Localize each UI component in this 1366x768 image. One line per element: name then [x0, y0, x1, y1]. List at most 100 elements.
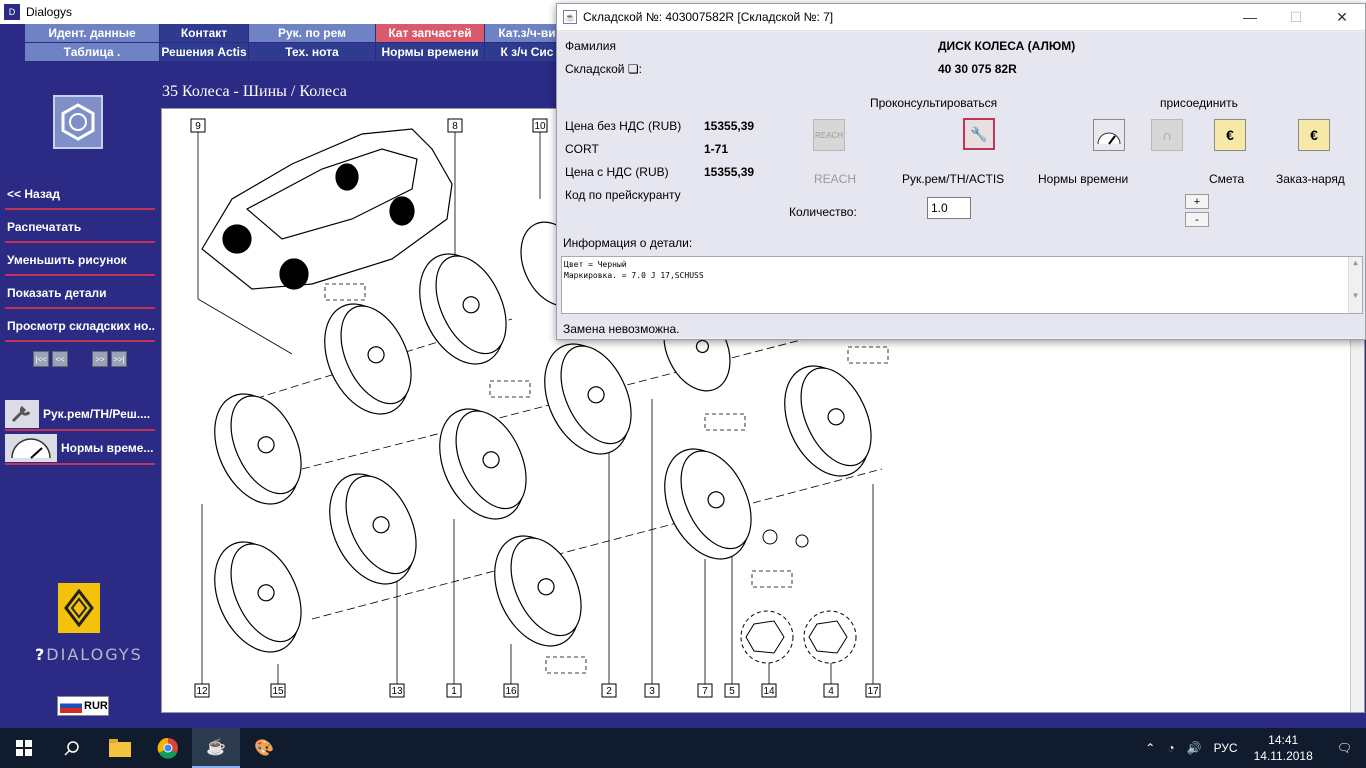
attach-label: присоединить [1160, 96, 1238, 110]
callout-4[interactable]: 4 [823, 683, 839, 698]
menu-tech-note[interactable]: Тех. нота [249, 43, 375, 61]
labour-times-shortcut-label: Нормы време... [61, 441, 154, 455]
part-info-textarea[interactable]: Цвет = Черный Маркировка. = 7.0 J 17,SCH… [561, 256, 1363, 314]
windows-start-icon[interactable] [0, 728, 48, 768]
search-icon[interactable] [48, 728, 96, 768]
chrome-icon[interactable] [144, 728, 192, 768]
callout-17[interactable]: 17 [865, 683, 881, 698]
callout-7[interactable]: 7 [697, 683, 713, 698]
language-indicator[interactable]: РУС [1208, 741, 1244, 755]
currency-selector[interactable]: RUR [57, 696, 109, 716]
show-details-link[interactable]: Показать детали [5, 279, 155, 309]
main-window-title: Dialogys [26, 5, 73, 19]
attach-button: ∩ [1151, 119, 1183, 151]
system-tray: ⌃ ◔ 🔊 РУС 14:41 14.11.2018 🗨 [1139, 728, 1366, 768]
magnet-icon: ∩ [1161, 127, 1173, 143]
quantity-decrement-button[interactable]: - [1185, 212, 1209, 227]
quantity-increment-button[interactable]: + [1185, 194, 1209, 209]
quantity-label: Количество: [789, 205, 857, 219]
maximize-icon: ☐ [1289, 8, 1303, 25]
repair-manual-shortcut-label: Рук.рем/ТН/Реш.... [43, 407, 151, 421]
hex-nut-icon [61, 103, 95, 141]
prev-page-button[interactable]: << [52, 351, 68, 367]
price-gross-value: 15355,39 [704, 165, 755, 179]
minimize-icon[interactable]: — [1227, 4, 1273, 31]
price-gross-label: Цена с НДС (RUB) [565, 165, 669, 179]
callout-13[interactable]: 13 [389, 683, 405, 698]
callout-16[interactable]: 16 [503, 683, 519, 698]
volume-icon[interactable]: 🔊 [1181, 741, 1208, 755]
callout-14[interactable]: 14 [761, 683, 777, 698]
svg-text:2: 2 [606, 686, 612, 697]
part-info-dialog: ☕ Складской №: 403007582R [Складской №: … [556, 3, 1366, 340]
menu-ident-data[interactable]: Идент. данные [25, 24, 159, 42]
menu-parts-catalog[interactable]: Кат запчастей [376, 24, 484, 42]
svg-text:4: 4 [828, 686, 834, 697]
clock[interactable]: 14:41 14.11.2018 [1244, 732, 1323, 764]
quantity-input[interactable] [927, 197, 971, 219]
network-icon[interactable]: ◔ [1161, 741, 1180, 755]
menu-labour-times[interactable]: Нормы времени [376, 43, 484, 61]
callout-15[interactable]: 15 [270, 683, 286, 698]
clock-date: 14.11.2018 [1253, 749, 1313, 763]
surname-label: Фамилия [565, 39, 616, 53]
info-scrollbar[interactable]: ▲ ▼ [1348, 257, 1362, 313]
labour-times-button[interactable] [1093, 119, 1125, 151]
repair-manual-button[interactable]: 🔧 [963, 118, 995, 150]
menu-contact[interactable]: Контакт [160, 24, 248, 42]
top-menu: Идент. данные Контакт Рук. по рем Кат за… [25, 24, 569, 61]
estimate-label: Смета [1209, 172, 1245, 186]
dialog-body: Фамилия ДИСК КОЛЕСА (АЛЮМ) Складской ❏: … [557, 32, 1365, 338]
reach-label: REACH [814, 172, 857, 186]
callout-12[interactable]: 12 [194, 683, 210, 698]
estimate-icon: € [1226, 127, 1234, 143]
labour-times-shortcut[interactable]: Нормы време... [5, 433, 155, 465]
callout-5[interactable]: 5 [724, 683, 740, 698]
back-link[interactable]: << Назад [5, 180, 155, 210]
view-stock-numbers-link[interactable]: Просмотр складских но... [5, 312, 155, 342]
java-app-icon[interactable]: ☕ [192, 728, 240, 768]
russian-flag-icon [60, 699, 82, 713]
callout-8[interactable]: 8 [447, 118, 463, 133]
chevron-up-icon[interactable]: ⌃ [1139, 741, 1161, 755]
callout-1[interactable]: 1 [446, 683, 462, 698]
repair-manual-shortcut[interactable]: Рук.рем/ТН/Реш.... [5, 399, 155, 431]
menu-repair-manual[interactable]: Рук. по рем [249, 24, 375, 42]
gauge-icon [5, 434, 57, 462]
callout-9[interactable]: 9 [190, 118, 206, 133]
clock-time: 14:41 [1268, 733, 1299, 747]
next-page-button[interactable]: >> [92, 351, 108, 367]
gauge-icon [1097, 132, 1121, 145]
info-line-color: Цвет = Черный [564, 260, 627, 269]
svg-text:14: 14 [763, 686, 775, 697]
callout-2[interactable]: 2 [601, 683, 617, 698]
estimate-button[interactable]: € [1214, 119, 1246, 151]
work-order-button[interactable]: € [1298, 119, 1330, 151]
cort-value: 1-71 [704, 142, 729, 156]
callout-10[interactable]: 10 [532, 118, 548, 133]
consult-label: Проконсультироваться [870, 96, 998, 110]
paint-icon[interactable]: 🎨 [240, 728, 288, 768]
zoom-out-link[interactable]: Уменьшить рисунок [5, 246, 155, 276]
price-net-value: 15355,39 [704, 119, 755, 133]
dialogys-brand: ?DIALOGYS [35, 645, 143, 664]
dialog-title-bar[interactable]: ☕ Складской №: 403007582R [Складской №: … [557, 4, 1365, 31]
callout-3[interactable]: 3 [644, 683, 660, 698]
first-page-button[interactable]: |<< [33, 351, 49, 367]
price-code-label: Код по прейскуранту [565, 188, 681, 202]
close-icon[interactable]: ✕ [1319, 4, 1365, 31]
print-link[interactable]: Распечатать [5, 213, 155, 243]
menu-table[interactable]: Таблица . [25, 43, 159, 61]
notifications-icon[interactable]: 🗨 [1323, 741, 1366, 755]
svg-text:15: 15 [272, 686, 284, 697]
windows-taskbar: ☕ 🎨 ⌃ ◔ 🔊 РУС 14:41 14.11.2018 🗨 [0, 728, 1366, 768]
svg-text:12: 12 [196, 686, 208, 697]
hex-nut-logo [53, 95, 103, 149]
file-explorer-icon[interactable] [96, 728, 144, 768]
last-page-button[interactable]: >>| [111, 351, 127, 367]
menu-actis[interactable]: Решения Actis [160, 43, 248, 61]
part-info-label: Информация о детали: [563, 236, 693, 250]
labour-times-label: Нормы времени [1038, 172, 1129, 186]
question-mark-icon: ? [35, 645, 47, 664]
svg-text:7: 7 [702, 686, 708, 697]
